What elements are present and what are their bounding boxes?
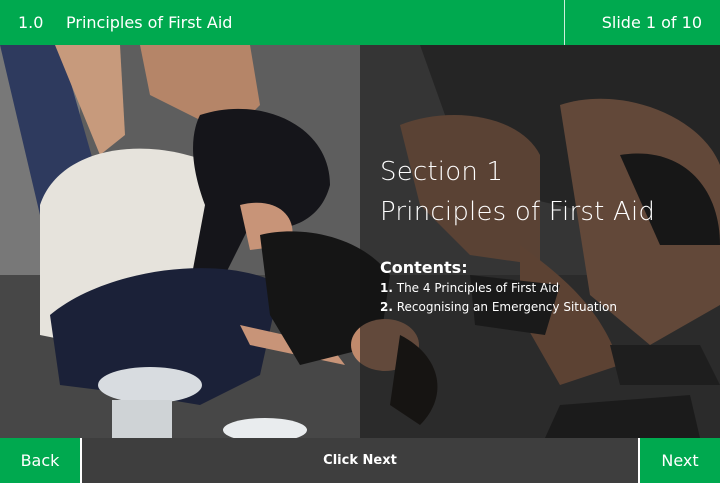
contents-item-number: 2.	[380, 300, 393, 314]
section-number: 1.0	[18, 13, 44, 32]
contents-item-text: The 4 Principles of First Aid	[396, 281, 560, 295]
header-bar: 1.0 Principles of First Aid Slide 1 of 1…	[0, 0, 720, 45]
next-button[interactable]: Next	[638, 438, 720, 483]
contents-item: 2. Recognising an Emergency Situation	[380, 298, 710, 317]
course-title: Principles of First Aid	[66, 13, 233, 32]
click-next-prompt: Click Next	[82, 438, 638, 483]
contents-item-text: Recognising an Emergency Situation	[396, 300, 617, 314]
slide-counter: Slide 1 of 10	[601, 13, 702, 32]
section-title: Principles of First Aid	[380, 197, 656, 227]
back-button[interactable]: Back	[0, 438, 82, 483]
contents-item-number: 1.	[380, 281, 393, 295]
section-label: Section 1	[380, 157, 504, 187]
contents-item: 1. The 4 Principles of First Aid	[380, 279, 710, 298]
slide-content: Section 1 Principles of First Aid Conten…	[380, 152, 710, 317]
contents-list: 1. The 4 Principles of First Aid 2. Reco…	[380, 279, 710, 317]
contents-heading: Contents:	[380, 258, 468, 277]
footer-bar: Back Click Next Next	[0, 438, 720, 483]
